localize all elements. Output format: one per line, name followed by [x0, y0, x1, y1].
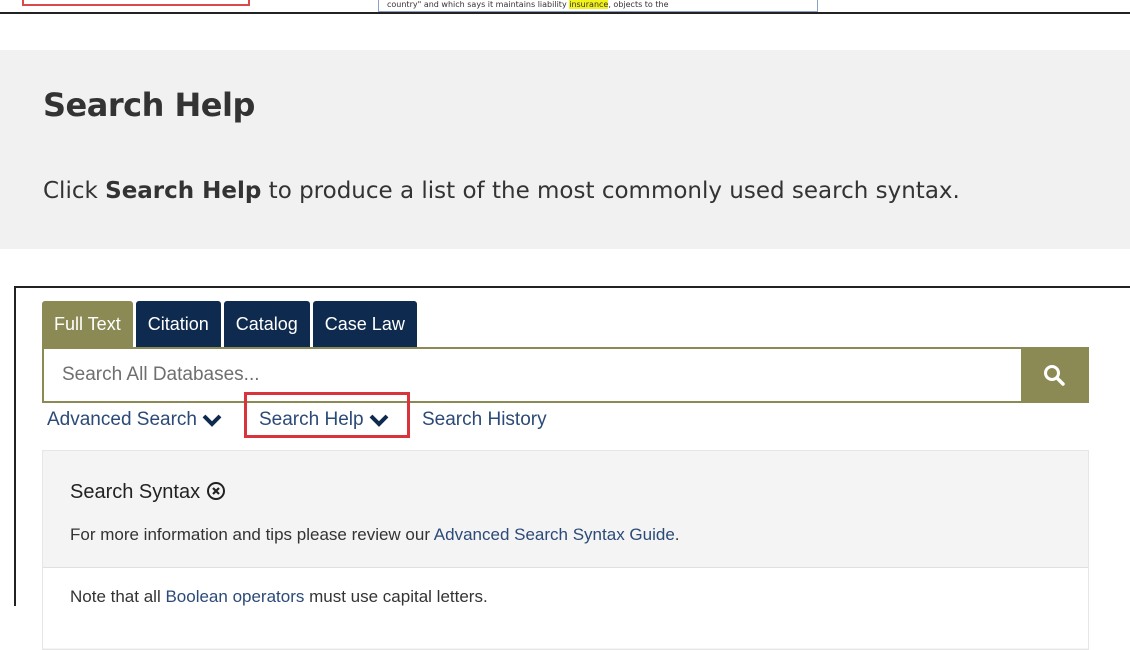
- desc-bold: Search Help: [105, 178, 262, 204]
- syntax-info: For more information and tips please rev…: [70, 525, 680, 545]
- desc-text-end: to produce a list of the most commonly u…: [261, 178, 960, 204]
- tab-catalog[interactable]: Catalog: [223, 301, 310, 347]
- highlight-box-fragment: [22, 0, 250, 6]
- search-syntax-panel: Search Syntax For more information and t…: [42, 450, 1089, 650]
- chevron-down-icon: [202, 414, 222, 427]
- snippet-text: country" and which says it maintains lia…: [387, 0, 570, 9]
- snippet-text-end: , objects to the: [608, 0, 669, 9]
- search-icon: [1044, 365, 1065, 386]
- desc-text: Click: [43, 178, 106, 204]
- search-help-callout: Search Help Click Search Help to produce…: [0, 50, 1130, 249]
- syntax-note: Note that all Boolean operators must use…: [70, 587, 488, 607]
- tab-citation[interactable]: Citation: [135, 301, 221, 347]
- close-circle-icon[interactable]: [206, 481, 226, 501]
- syntax-panel-lower: [43, 568, 1088, 648]
- info-period: .: [674, 525, 680, 544]
- search-ui-screenshot: Full Text Citation Catalog Case Law Adva…: [14, 286, 1130, 650]
- search-input[interactable]: [44, 349, 1019, 401]
- search-history-link[interactable]: Search History: [422, 406, 547, 434]
- search-bar: [42, 347, 1089, 403]
- syntax-guide-link[interactable]: Advanced Search Syntax Guide: [434, 525, 675, 544]
- advanced-search-link[interactable]: Advanced Search: [47, 406, 223, 434]
- callout-description: Click Search Help to produce a list of t…: [43, 178, 960, 204]
- result-snippet-fragment: country" and which says it maintains lia…: [378, 0, 818, 12]
- callout-title: Search Help: [43, 86, 255, 124]
- highlight-box: [244, 392, 410, 438]
- tab-case-law[interactable]: Case Law: [312, 301, 417, 347]
- syntax-title: Search Syntax: [70, 481, 226, 504]
- search-button[interactable]: [1021, 349, 1087, 401]
- advanced-search-label: Advanced Search: [47, 409, 197, 430]
- info-text: For more information and tips please rev…: [70, 525, 434, 544]
- tab-full-text[interactable]: Full Text: [42, 301, 133, 347]
- search-tabs: Full Text Citation Catalog Case Law: [42, 301, 417, 347]
- top-screenshot-fragment: country" and which says it maintains lia…: [0, 0, 1130, 14]
- syntax-title-text: Search Syntax: [70, 481, 201, 503]
- snippet-highlight: insurance: [569, 0, 609, 9]
